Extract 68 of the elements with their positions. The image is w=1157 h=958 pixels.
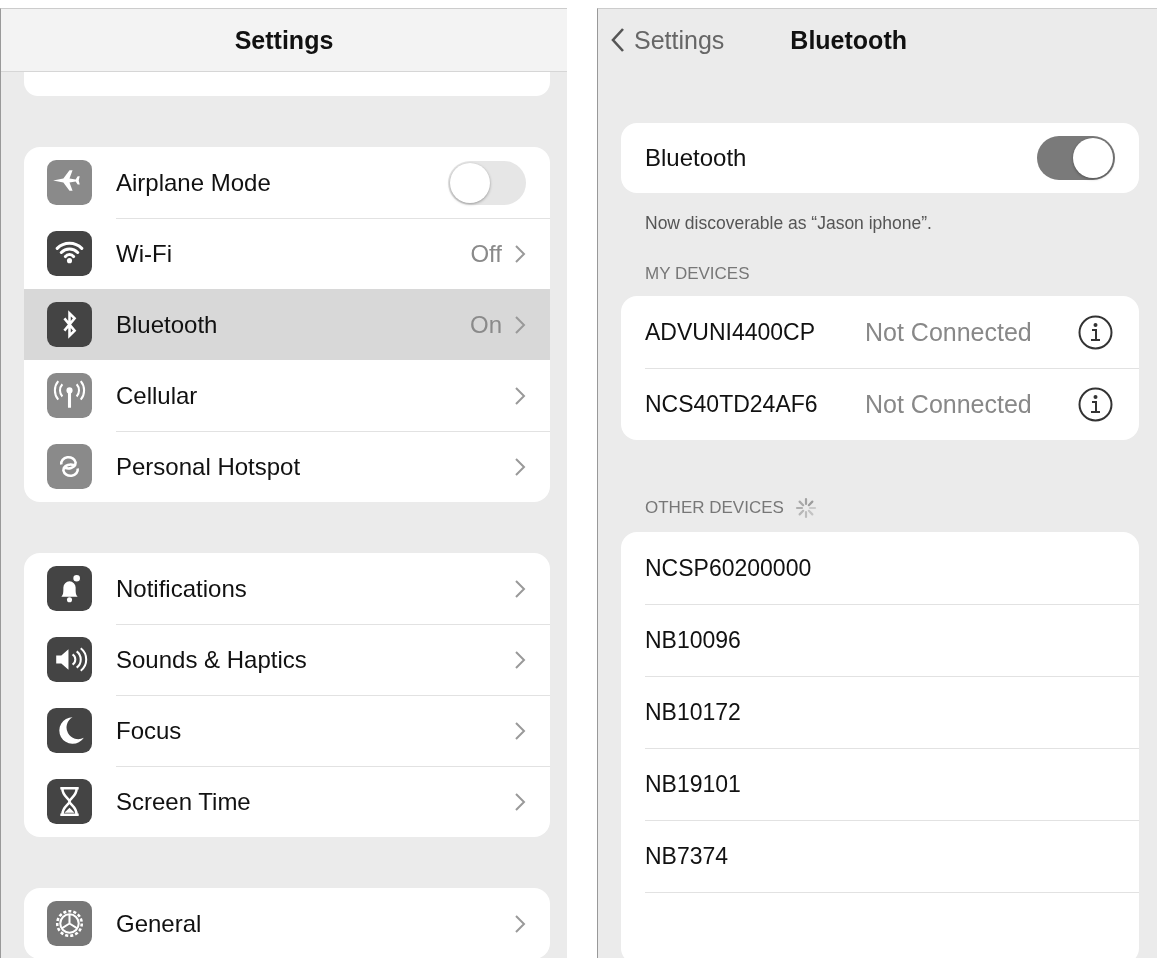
device-name: NB19101	[645, 771, 741, 798]
device-row[interactable]: NCSP60200000	[645, 532, 1139, 604]
bell-icon	[47, 566, 92, 611]
row-label: Focus	[116, 717, 183, 745]
row-value: Off	[470, 240, 502, 268]
row-label: Screen Time	[116, 788, 252, 816]
section-header: OTHER DEVICES	[645, 498, 784, 518]
bluetooth-icon	[47, 302, 92, 347]
device-row[interactable]: NCS40TD24AF6 Not Connected	[645, 368, 1139, 440]
chevron-icon	[610, 27, 626, 53]
row-label: Wi-Fi	[116, 240, 173, 268]
gear-icon	[47, 901, 92, 946]
settings-row[interactable]: Notifications	[24, 553, 550, 624]
section-header: MY DEVICES	[645, 264, 750, 284]
screen-title: Bluetooth	[790, 25, 907, 55]
row-value: On	[470, 311, 502, 339]
device-status: Not Connected	[865, 390, 1033, 419]
device-name: NCSP60200000	[645, 555, 812, 582]
speaker-icon	[47, 637, 92, 682]
device-name: NCS40TD24AF6	[645, 391, 819, 418]
chevron-icon	[514, 386, 526, 406]
info-icon[interactable]	[1078, 387, 1113, 422]
settings-row[interactable]: Airplane Mode	[24, 147, 550, 218]
chevron-icon	[514, 244, 526, 264]
row-label: Sounds & Haptics	[116, 646, 308, 674]
toggle-switch[interactable]	[1037, 136, 1115, 180]
chevron-icon	[514, 914, 526, 934]
settings-row[interactable]: Screen Time	[24, 766, 550, 837]
antenna-icon	[47, 373, 92, 418]
link-icon	[47, 444, 92, 489]
moon-icon	[47, 708, 92, 753]
row-label: Bluetooth	[116, 311, 219, 339]
settings-row[interactable]: Focus	[24, 695, 550, 766]
device-row[interactable]: ADVUNI4400CP Not Connected	[645, 296, 1139, 368]
device-row[interactable]: NB10096	[645, 604, 1139, 676]
row-label: Bluetooth	[645, 144, 747, 172]
chevron-icon	[514, 792, 526, 812]
device-row[interactable]: NB19101	[645, 748, 1139, 820]
hourglass-icon	[47, 779, 92, 824]
row-label: Notifications	[116, 575, 248, 603]
wifi-icon	[47, 231, 92, 276]
chevron-icon	[514, 579, 526, 599]
airplane-icon	[47, 160, 92, 205]
chevron-icon	[514, 650, 526, 670]
settings-row[interactable]: General	[24, 888, 550, 958]
device-name: ADVUNI4400CP	[645, 319, 817, 346]
discoverable-note: Now discoverable as “Jason iphone”.	[645, 213, 933, 234]
row-label: Airplane Mode	[116, 169, 272, 197]
chevron-icon	[514, 721, 526, 741]
info-icon[interactable]	[1078, 315, 1113, 350]
settings-row[interactable]: Cellular	[24, 360, 550, 431]
device-row[interactable]: NB10172	[645, 676, 1139, 748]
device-name: NB7374	[645, 843, 729, 870]
chevron-icon	[514, 315, 526, 335]
settings-row[interactable]: Personal Hotspot	[24, 431, 550, 502]
row-label: Personal Hotspot	[116, 453, 302, 481]
device-name: NB10096	[645, 627, 741, 654]
chevron-icon	[514, 457, 526, 477]
settings-row[interactable]: Sounds & Haptics	[24, 624, 550, 695]
device-name: NB10172	[645, 699, 741, 726]
device-row[interactable]: NB7374	[645, 820, 1139, 892]
screen-title: Settings	[234, 25, 334, 55]
back-button[interactable]: Settings	[610, 25, 725, 55]
device-status: Not Connected	[865, 318, 1033, 347]
row-label: Cellular	[116, 382, 199, 410]
toggle-switch[interactable]	[448, 161, 526, 205]
row-label: General	[116, 910, 203, 938]
settings-row[interactable]: Bluetooth On	[24, 289, 550, 360]
